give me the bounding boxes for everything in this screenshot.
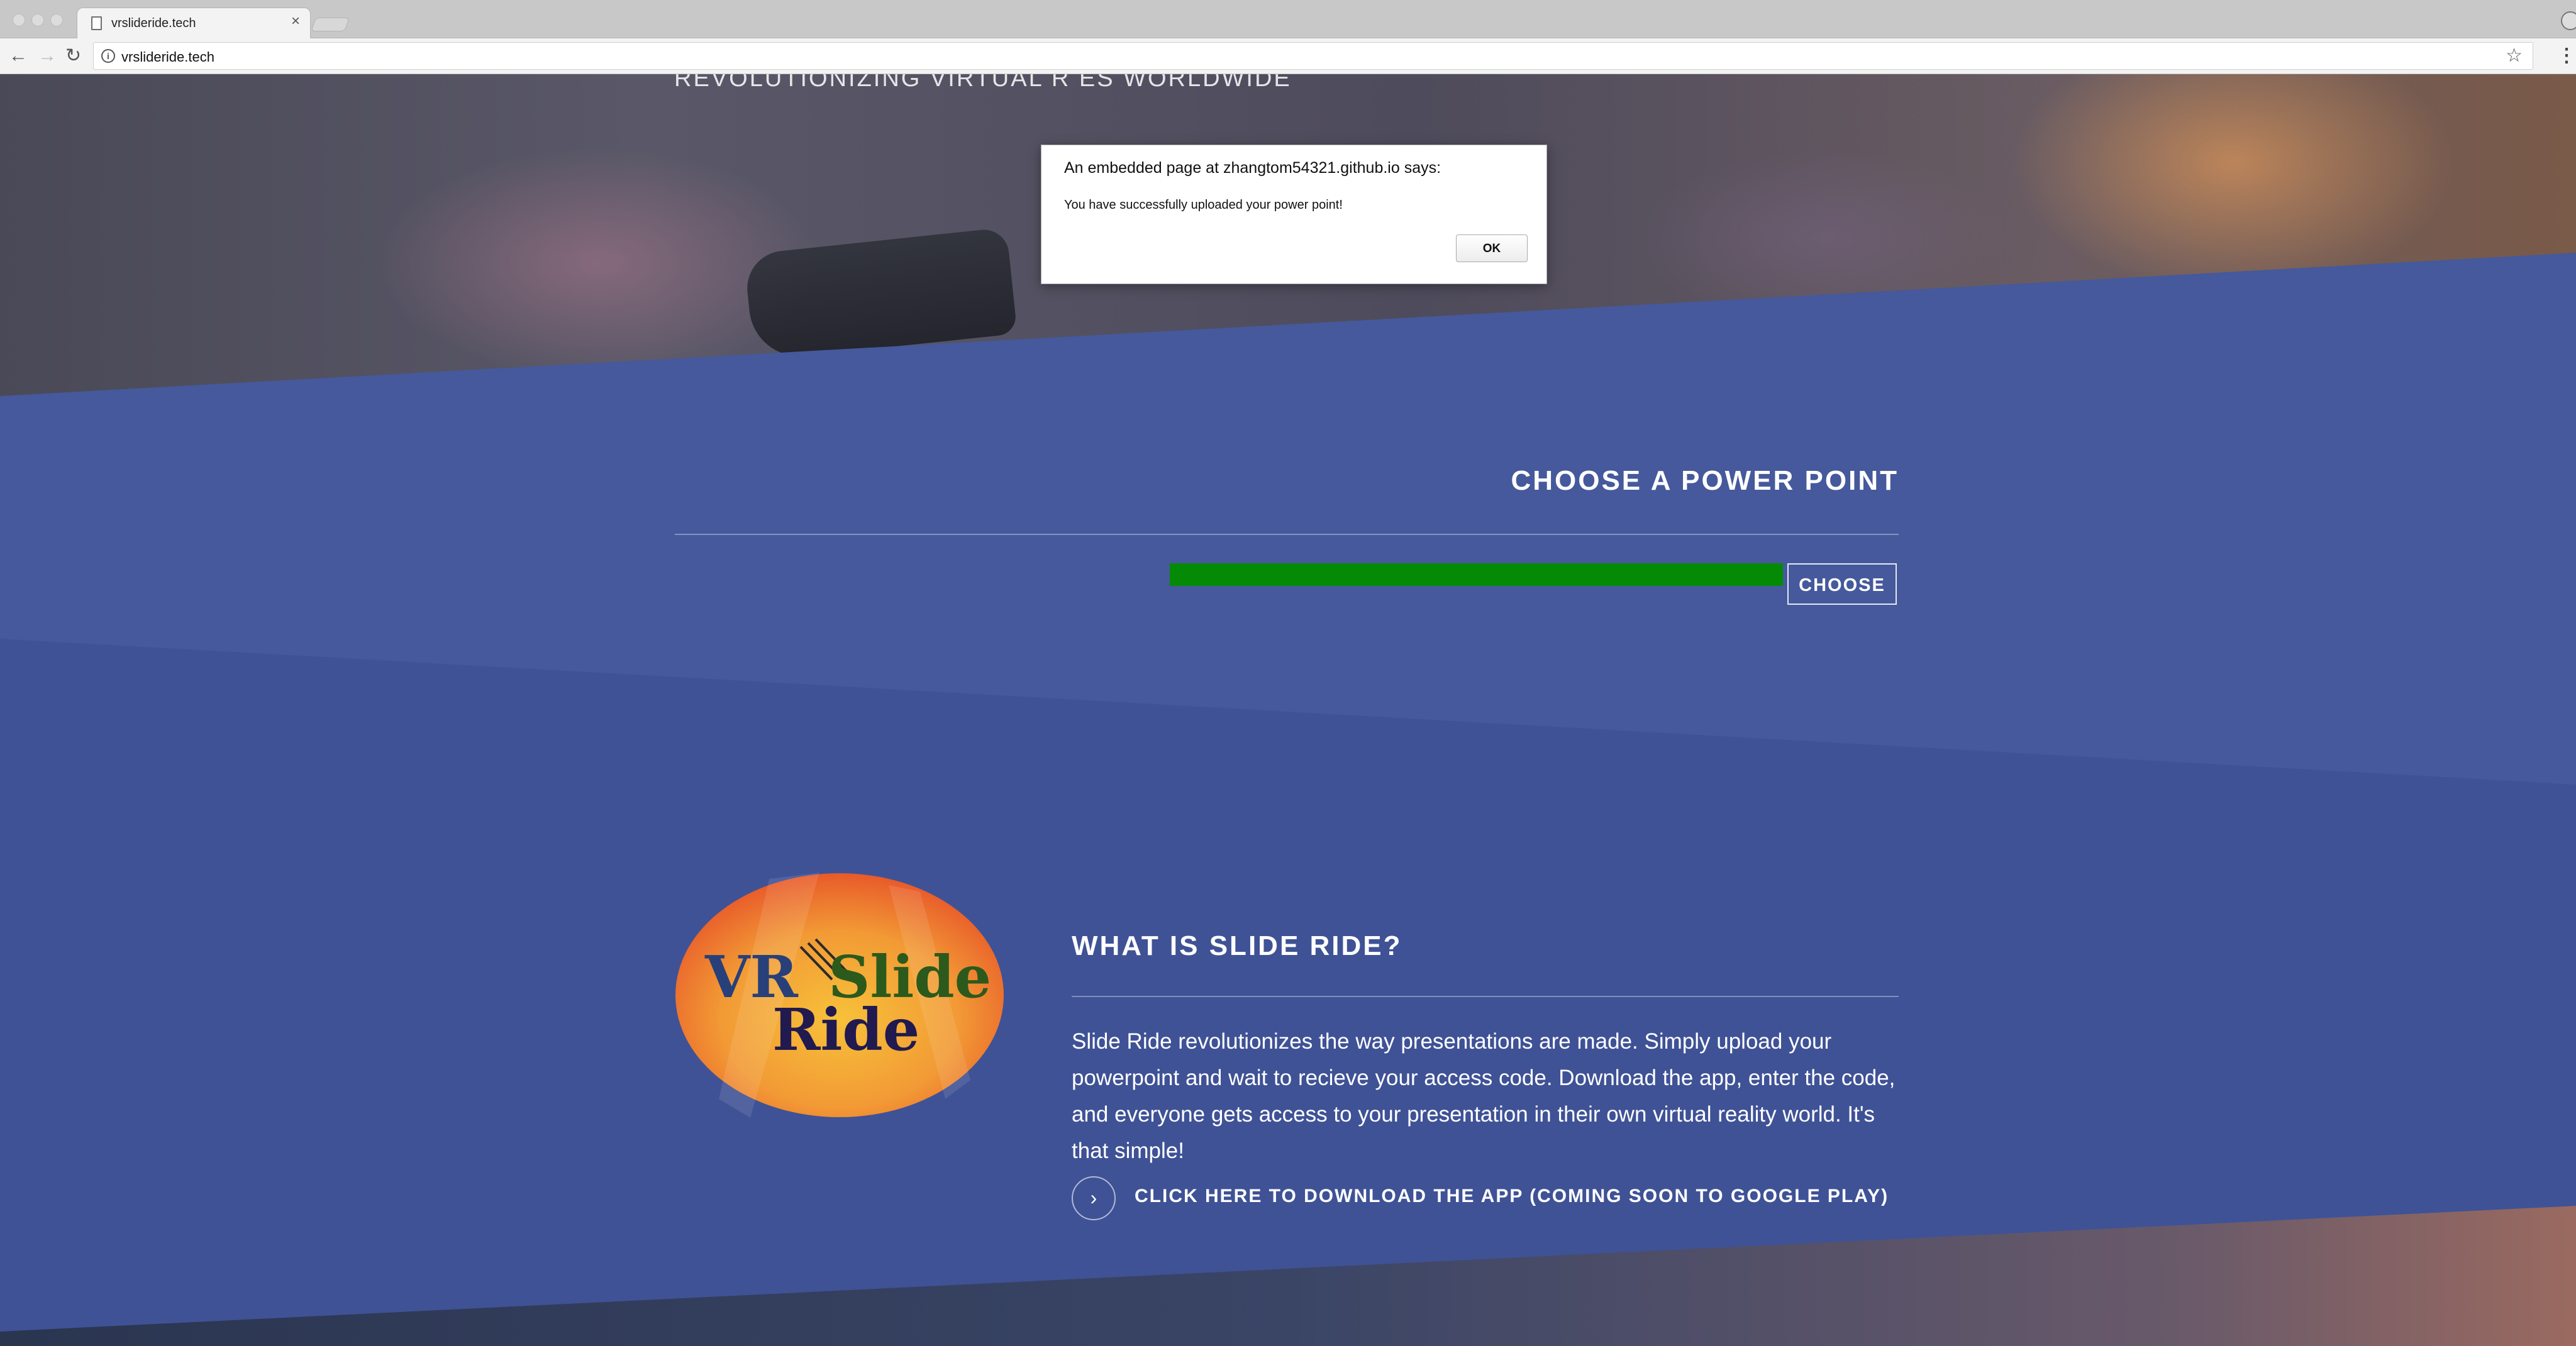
- window-close-dot[interactable]: [13, 14, 25, 26]
- web-page: REVOLUTIONIZING VIRTUAL R ES WORLDWIDE C…: [0, 74, 2576, 1346]
- forward-arrow-icon[interactable]: →: [38, 43, 57, 69]
- alert-dialog: An embedded page at zhangtom54321.github…: [1041, 145, 1547, 284]
- reload-icon[interactable]: ↻: [65, 43, 81, 69]
- browser-tab-strip: vrslideride.tech ×: [0, 0, 2576, 39]
- upload-progress-fill: [1170, 563, 1783, 586]
- browser-tab[interactable]: vrslideride.tech ×: [77, 8, 311, 39]
- upload-divider: [675, 534, 1899, 535]
- chevron-right-icon[interactable]: ›: [1072, 1176, 1116, 1220]
- download-app-label[interactable]: CLICK HERE TO DOWNLOAD THE APP (COMING S…: [1135, 1186, 1889, 1207]
- tab-title: vrslideride.tech: [111, 16, 196, 30]
- window-minimize-dot[interactable]: [31, 14, 44, 26]
- close-tab-icon[interactable]: ×: [291, 14, 300, 29]
- upload-section-title: CHOOSE A POWER POINT: [1511, 465, 1899, 496]
- dialog-message: You have successfully uploaded your powe…: [1064, 198, 1343, 212]
- window-zoom-dot[interactable]: [50, 14, 63, 26]
- info-icon[interactable]: i: [101, 49, 115, 63]
- back-arrow-icon[interactable]: ←: [9, 43, 28, 69]
- star-icon[interactable]: ☆: [2506, 45, 2523, 67]
- address-bar[interactable]: i vrslideride.tech ☆: [93, 42, 2533, 70]
- upload-progress-bar: [1170, 563, 1783, 586]
- page-icon: [91, 16, 102, 30]
- browser-toolbar: ← → ↻ i vrslideride.tech ☆ ⋮: [0, 38, 2576, 74]
- menu-icon[interactable]: ⋮: [2557, 43, 2576, 69]
- slide-ride-logo: VR Slide Ride: [675, 873, 1005, 1118]
- dialog-title: An embedded page at zhangtom54321.github…: [1064, 159, 1441, 177]
- dialog-ok-button[interactable]: OK: [1456, 234, 1528, 262]
- profile-icon[interactable]: [2561, 11, 2576, 30]
- url-text[interactable]: vrslideride.tech: [121, 49, 214, 65]
- about-section-title: WHAT IS SLIDE RIDE?: [1072, 930, 1402, 961]
- logo-text-ride: Ride: [772, 996, 920, 1064]
- about-divider: [1072, 996, 1899, 997]
- about-description: Slide Ride revolutionizes the way presen…: [1072, 1029, 1896, 1163]
- choose-file-button[interactable]: CHOOSE: [1787, 563, 1897, 605]
- new-tab-button[interactable]: [310, 18, 350, 31]
